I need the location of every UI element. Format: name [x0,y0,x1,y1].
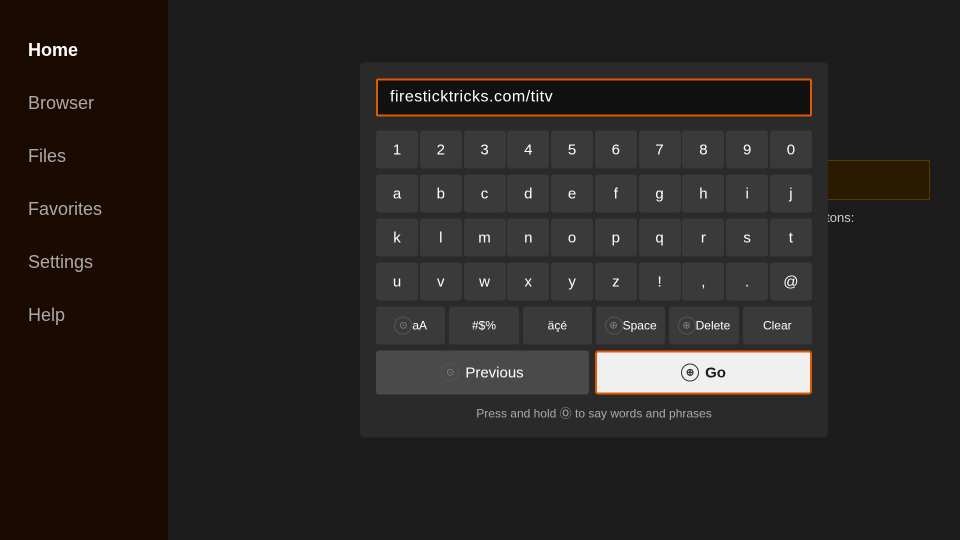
go-icon: ⊕ [681,364,699,382]
key-4[interactable]: 4 [507,131,549,169]
key-y[interactable]: y [551,263,593,301]
url-input-value: firesticktricks.com/titv [390,89,553,106]
key-8[interactable]: 8 [682,131,724,169]
key-w[interactable]: w [464,263,506,301]
keyboard-overlay: firesticktricks.com/titv 1 2 3 4 5 6 7 8… [360,63,828,438]
key-e[interactable]: e [551,175,593,213]
key-p[interactable]: p [595,219,637,257]
key-7[interactable]: 7 [639,131,681,169]
url-input-container[interactable]: firesticktricks.com/titv [376,79,812,117]
previous-button[interactable]: ⊙ Previous [376,351,589,395]
key-delete[interactable]: ⊕ Delete [669,307,738,345]
key-r[interactable]: r [682,219,724,257]
key-t[interactable]: t [770,219,812,257]
keyboard-row-kt: k l m n o p q r s t [376,219,812,257]
key-s[interactable]: s [726,219,768,257]
key-u[interactable]: u [376,263,418,301]
key-3[interactable]: 3 [464,131,506,169]
key-m[interactable]: m [464,219,506,257]
key-exclaim[interactable]: ! [639,263,681,301]
key-space[interactable]: ⊕ Space [596,307,665,345]
sidebar-item-browser[interactable]: Browser [28,93,168,114]
previous-icon: ⊙ [441,364,459,382]
space-icon: ⊕ [605,317,623,335]
sidebar-item-home[interactable]: Home [28,40,168,61]
sidebar: Home Browser Files Favorites Settings He… [0,0,168,540]
key-x[interactable]: x [507,263,549,301]
keyboard-row-u-at: u v w x y z ! , . @ [376,263,812,301]
key-comma[interactable]: , [682,263,724,301]
key-a[interactable]: a [376,175,418,213]
go-button[interactable]: ⊕ Go [595,351,812,395]
key-caps[interactable]: ⊙ aA [376,307,445,345]
key-o[interactable]: o [551,219,593,257]
key-v[interactable]: v [420,263,462,301]
key-b[interactable]: b [420,175,462,213]
keyboard-number-row: 1 2 3 4 5 6 7 8 9 0 [376,131,812,169]
key-5[interactable]: 5 [551,131,593,169]
keyboard-action-buttons: ⊙ Previous ⊕ Go [376,351,812,395]
delete-icon: ⊕ [678,317,696,335]
key-h[interactable]: h [682,175,724,213]
caps-icon: ⊙ [394,317,412,335]
key-0[interactable]: 0 [770,131,812,169]
key-q[interactable]: q [639,219,681,257]
sidebar-item-files[interactable]: Files [28,146,168,167]
key-z[interactable]: z [595,263,637,301]
key-d[interactable]: d [507,175,549,213]
key-clear[interactable]: Clear [743,307,812,345]
key-n[interactable]: n [507,219,549,257]
key-9[interactable]: 9 [726,131,768,169]
key-2[interactable]: 2 [420,131,462,169]
sidebar-item-settings[interactable]: Settings [28,252,168,273]
key-period[interactable]: . [726,263,768,301]
key-at[interactable]: @ [770,263,812,301]
key-6[interactable]: 6 [595,131,637,169]
key-c[interactable]: c [464,175,506,213]
key-l[interactable]: l [420,219,462,257]
keyboard-special-row: ⊙ aA #$% äçé ⊕ Space ⊕ Delete Clear [376,307,812,345]
key-j[interactable]: j [770,175,812,213]
key-accents[interactable]: äçé [523,307,592,345]
key-1[interactable]: 1 [376,131,418,169]
key-symbols[interactable]: #$% [449,307,518,345]
key-g[interactable]: g [639,175,681,213]
sidebar-item-help[interactable]: Help [28,305,168,326]
key-k[interactable]: k [376,219,418,257]
voice-hint: Press and hold Ⓞ to say words and phrase… [376,405,812,422]
key-i[interactable]: i [726,175,768,213]
key-f[interactable]: f [595,175,637,213]
main-content: ase donation buttons: $10 $20 $50 $100 f… [168,0,960,540]
keyboard-row-aj: a b c d e f g h i j [376,175,812,213]
sidebar-item-favorites[interactable]: Favorites [28,199,168,220]
